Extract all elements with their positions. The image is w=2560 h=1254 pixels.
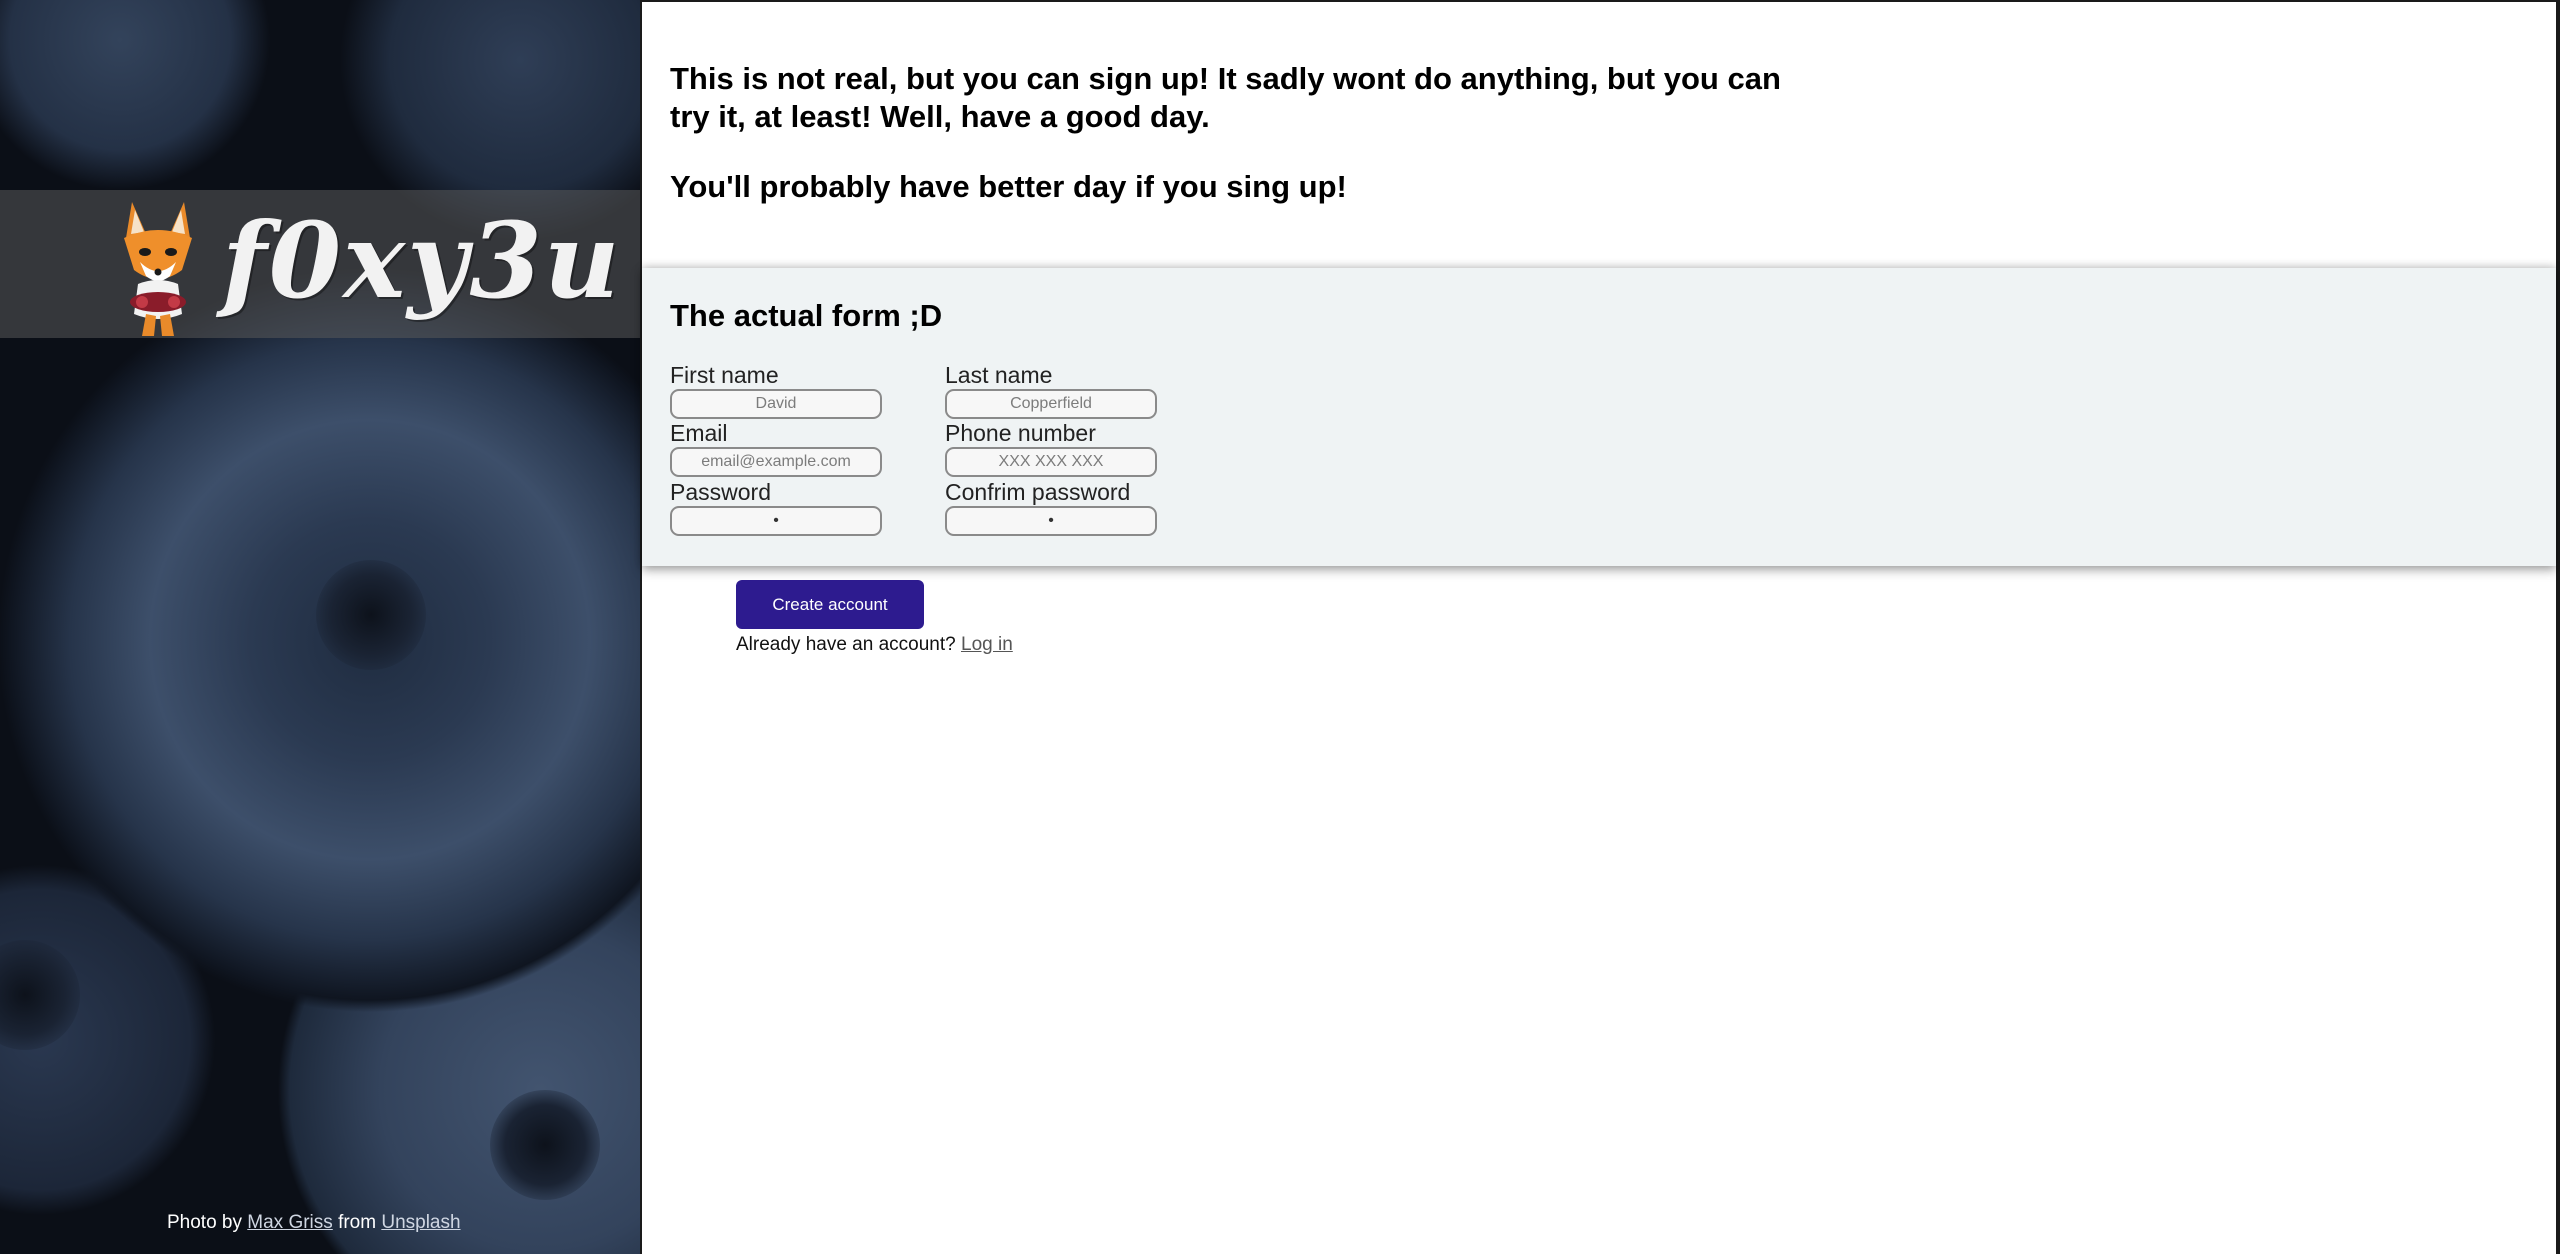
confirm-password-input[interactable] xyxy=(945,506,1157,536)
create-account-button[interactable]: Create account xyxy=(736,580,924,629)
credit-site-link[interactable]: Unsplash xyxy=(381,1212,460,1233)
login-prompt: Already have an account? Log in xyxy=(736,634,1013,656)
intro-paragraph-1: This is not real, but you can sign up! I… xyxy=(670,61,1781,134)
password-field-group: Password xyxy=(670,479,884,536)
phone-field-group: Phone number xyxy=(945,420,1159,477)
first-name-label: First name xyxy=(670,362,779,388)
panel-divider xyxy=(640,0,642,1254)
top-border xyxy=(640,0,2560,2)
password-input[interactable] xyxy=(670,506,882,536)
last-name-field-group: Last name xyxy=(945,362,1159,419)
intro-text: This is not real, but you can sign up! I… xyxy=(670,60,1810,238)
first-name-field-group: First name xyxy=(670,362,884,419)
login-prompt-text: Already have an account? xyxy=(736,634,956,655)
login-link[interactable]: Log in xyxy=(961,634,1013,655)
last-name-input[interactable] xyxy=(945,389,1157,419)
last-name-label: Last name xyxy=(945,362,1053,388)
email-input[interactable] xyxy=(670,447,882,477)
form-title: The actual form ;D xyxy=(670,298,943,333)
signup-form-panel: The actual form ;D First name Last name … xyxy=(642,268,2556,566)
credit-prefix: Photo by xyxy=(167,1212,242,1233)
blueberry-crown xyxy=(0,940,80,1050)
blueberry-crown xyxy=(316,560,426,670)
hero-image-panel: f0xy3u Photo by Max Griss from Unsplash xyxy=(0,0,640,1254)
photo-credit: Photo by Max Griss from Unsplash xyxy=(167,1212,461,1234)
phone-input[interactable] xyxy=(945,447,1157,477)
email-field-group: Email xyxy=(670,420,884,477)
confirm-password-field-group: Confrim password xyxy=(945,479,1159,536)
phone-label: Phone number xyxy=(945,420,1096,446)
blueberry-crown xyxy=(490,1090,600,1200)
brand-logo-text: f0xy3u xyxy=(222,199,622,322)
email-label: Email xyxy=(670,420,728,446)
credit-mid: from xyxy=(338,1212,377,1233)
credit-author-link[interactable]: Max Griss xyxy=(247,1212,333,1233)
confirm-password-label: Confrim password xyxy=(945,479,1131,505)
fox-mascot-icon xyxy=(124,202,192,336)
intro-paragraph-2: You'll probably have better day if you s… xyxy=(670,169,1347,204)
right-border xyxy=(2556,0,2560,1254)
password-label: Password xyxy=(670,479,771,505)
first-name-input[interactable] xyxy=(670,389,882,419)
